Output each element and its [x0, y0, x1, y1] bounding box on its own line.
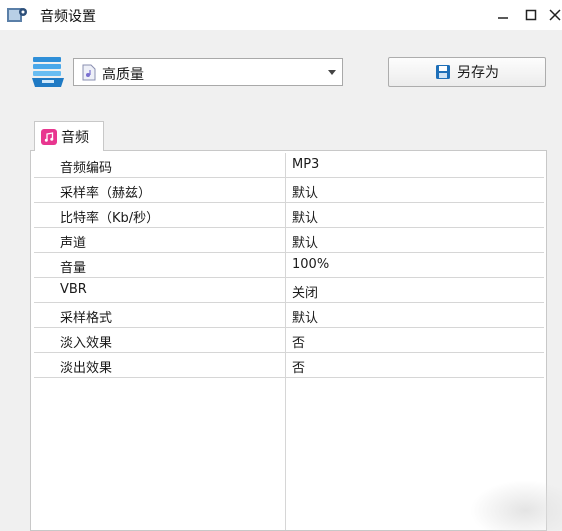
close-button[interactable] [543, 2, 562, 28]
property-name: 音量 [60, 261, 87, 276]
preset-stack-icon [32, 57, 64, 87]
window-title: 音频设置 [40, 9, 96, 25]
property-name: 淡出效果 [60, 361, 113, 376]
property-row[interactable]: 音量 100% [34, 253, 544, 278]
property-value[interactable]: 默认 [292, 307, 318, 326]
property-value[interactable]: 关闭 [292, 282, 318, 301]
property-value[interactable]: 默认 [292, 232, 318, 251]
minimize-icon [498, 17, 508, 19]
property-name: 淡入效果 [60, 336, 113, 351]
property-row[interactable]: VBR 关闭 [34, 278, 544, 303]
title-bar: 音频设置 [0, 0, 562, 30]
property-row[interactable]: 音频编码 MP3 [34, 153, 544, 178]
document-icon [82, 64, 96, 81]
column-divider[interactable] [285, 153, 286, 530]
chevron-down-icon [328, 70, 336, 75]
app-icon [7, 8, 27, 22]
properties-panel: 音频编码 MP3 采样率（赫兹） 默认 比特率（Kb/秒） 默认 声道 默认 音量 100… [30, 150, 547, 531]
preset-value: 高质量 [102, 67, 144, 83]
property-name: 采样率（赫兹） [60, 186, 152, 201]
maximize-button[interactable] [519, 2, 543, 28]
maximize-icon [525, 9, 537, 21]
property-row[interactable]: 采样率（赫兹） 默认 [34, 178, 544, 203]
watermark-blur [470, 480, 562, 531]
save-as-button[interactable]: 另存为 [388, 57, 546, 87]
property-name: 采样格式 [60, 311, 113, 326]
property-row[interactable]: 淡出效果 否 [34, 353, 544, 378]
property-value[interactable]: MP3 [292, 157, 319, 172]
music-note-icon [41, 128, 57, 145]
close-icon [549, 9, 561, 21]
property-row[interactable]: 淡入效果 否 [34, 328, 544, 353]
property-value[interactable]: 默认 [292, 182, 318, 201]
property-row[interactable]: 采样格式 默认 [34, 303, 544, 328]
property-value[interactable]: 否 [292, 332, 305, 351]
property-value[interactable]: 默认 [292, 207, 318, 226]
minimize-button[interactable] [491, 2, 515, 28]
property-name: 音频编码 [60, 161, 113, 176]
property-row[interactable]: 比特率（Kb/秒） 默认 [34, 203, 544, 228]
property-value[interactable]: 100% [292, 257, 329, 272]
property-value[interactable]: 否 [292, 357, 305, 376]
tab-audio-label: 音频 [61, 129, 89, 146]
property-name: 声道 [60, 236, 87, 251]
save-as-label: 另存为 [457, 65, 499, 81]
property-row[interactable]: 声道 默认 [34, 228, 544, 253]
save-icon [436, 65, 450, 79]
property-name: VBR [60, 282, 87, 297]
tab-audio[interactable]: 音频 [34, 121, 104, 151]
property-name: 比特率（Kb/秒） [60, 211, 160, 226]
properties-grid: 音频编码 MP3 采样率（赫兹） 默认 比特率（Kb/秒） 默认 声道 默认 音量 100… [34, 153, 544, 378]
preset-dropdown[interactable]: 高质量 [73, 58, 343, 86]
